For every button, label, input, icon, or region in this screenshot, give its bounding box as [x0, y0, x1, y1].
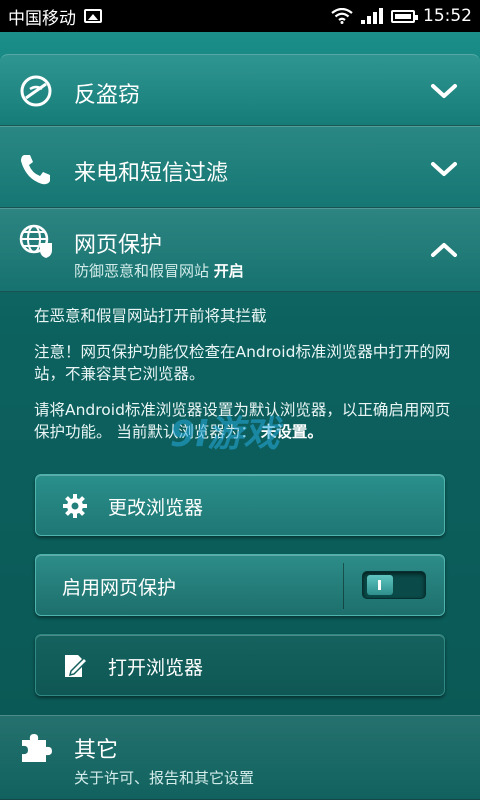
- section-call-sms-filter[interactable]: 来电和短信过滤: [0, 126, 480, 208]
- status-bar: 中国移动 15:52: [0, 0, 480, 32]
- status-badge: 开启: [213, 262, 244, 280]
- subtitle-text: 防御恶意和假冒网站: [74, 262, 210, 280]
- edit-icon: [65, 655, 88, 677]
- picture-icon: [84, 9, 102, 23]
- enable-web-protection-row[interactable]: 启用网页保护: [35, 554, 445, 616]
- warning-text: 注意！网页保护功能仅检查在Android标准浏览器中打开的网站，不兼容其它浏览器…: [34, 343, 451, 383]
- section-title: 网页保护: [74, 233, 163, 258]
- open-browser-button[interactable]: 打开浏览器: [35, 634, 445, 696]
- divider: [343, 563, 344, 609]
- section-anti-theft[interactable]: 反盗窃: [0, 54, 480, 126]
- button-label: 更改浏览器: [108, 497, 204, 519]
- gear-icon: [63, 494, 87, 518]
- puzzle-icon: [22, 734, 52, 762]
- carrier-name: 中国移动: [8, 8, 76, 29]
- web-protection-toggle[interactable]: [362, 571, 426, 599]
- section-subtitle: 关于许可、报告和其它设置: [74, 769, 255, 787]
- toggle-label: 启用网页保护: [62, 577, 177, 599]
- globe-shield-icon: [19, 224, 52, 258]
- section-other[interactable]: 其它 关于许可、报告和其它设置: [0, 715, 480, 800]
- phone-icon: [21, 155, 50, 185]
- toggle-knob: [367, 575, 393, 595]
- section-title: 其它: [74, 738, 119, 763]
- button-label: 打开浏览器: [108, 657, 204, 679]
- chevron-up-icon[interactable]: [430, 241, 458, 259]
- section-web-protection[interactable]: 网页保护 防御恶意和假冒网站 开启: [0, 208, 480, 292]
- watermark-logo: 9l游戏: [170, 414, 280, 455]
- no-theft-icon: [20, 75, 52, 107]
- chevron-down-icon[interactable]: [430, 160, 458, 178]
- section-title: 反盗窃: [74, 83, 141, 108]
- battery-icon: [391, 9, 418, 23]
- section-title: 来电和短信过滤: [74, 161, 229, 186]
- clock: 15:52: [423, 6, 472, 26]
- change-browser-button[interactable]: 更改浏览器: [35, 474, 445, 536]
- chevron-down-icon[interactable]: [430, 82, 458, 100]
- section-subtitle: 防御恶意和假冒网站 开启: [74, 260, 244, 281]
- default-browser-end: 。: [307, 423, 323, 441]
- app-content: 反盗窃 来电和短信过滤 网页保护 防御恶意和假冒网站 开启 在恶意和假冒网站打开…: [0, 32, 480, 800]
- wifi-icon: [331, 8, 353, 24]
- description-text: 在恶意和假冒网站打开前将其拦截: [34, 307, 267, 325]
- signal-icon: [361, 8, 383, 24]
